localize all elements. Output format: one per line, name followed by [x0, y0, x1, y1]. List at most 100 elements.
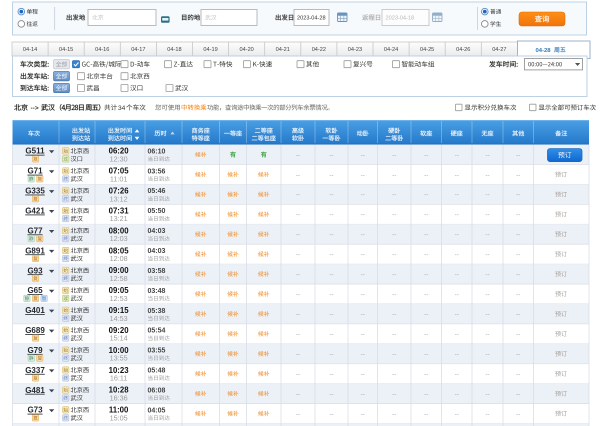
- svg-text:--: --: [424, 152, 428, 159]
- svg-text:03:58: 03:58: [148, 268, 166, 275]
- svg-text:--: --: [329, 291, 333, 298]
- svg-text:--: --: [516, 172, 520, 179]
- svg-text:G79: G79: [27, 346, 43, 355]
- svg-text:--: --: [329, 251, 333, 258]
- svg-text:--: --: [485, 232, 489, 239]
- svg-text:G689: G689: [25, 326, 45, 335]
- svg-text:--: --: [516, 411, 520, 418]
- svg-text:--: --: [361, 172, 365, 179]
- svg-text:--: --: [361, 152, 365, 159]
- svg-text:--: --: [329, 351, 333, 358]
- svg-text:05:48: 05:48: [148, 368, 166, 375]
- svg-text:--: --: [424, 291, 428, 298]
- svg-text:--: --: [392, 371, 396, 378]
- svg-text:12:53: 12:53: [110, 294, 128, 303]
- svg-text:-->: -->: [31, 105, 39, 112]
- svg-text:04-24: 04-24: [384, 47, 398, 53]
- svg-text:G421: G421: [25, 207, 45, 216]
- svg-text:14:53: 14:53: [110, 314, 128, 323]
- svg-text:--: --: [296, 331, 300, 338]
- svg-text:--: --: [296, 311, 300, 318]
- svg-text:13:12: 13:12: [110, 194, 128, 203]
- svg-text:03:56: 03:56: [148, 168, 166, 175]
- svg-text:--: --: [516, 212, 520, 219]
- svg-text:--: --: [296, 251, 300, 258]
- svg-text:--: --: [361, 232, 365, 239]
- svg-text:--: --: [392, 232, 396, 239]
- svg-text:12:30: 12:30: [110, 154, 128, 163]
- svg-text:06:08: 06:08: [148, 387, 166, 394]
- svg-text:--: --: [329, 371, 333, 378]
- svg-text:34: 34: [118, 105, 126, 112]
- svg-text:--: --: [455, 331, 459, 338]
- svg-text:2023-04-18: 2023-04-18: [386, 15, 415, 21]
- svg-text:12:58: 12:58: [110, 274, 128, 283]
- svg-text:--: --: [485, 311, 489, 318]
- svg-text:--: --: [485, 172, 489, 179]
- svg-text:--: --: [424, 371, 428, 378]
- svg-text:--: --: [485, 152, 489, 159]
- svg-text:04-19: 04-19: [203, 47, 217, 53]
- svg-text:--: --: [455, 311, 459, 318]
- svg-text:--: --: [424, 271, 428, 278]
- svg-text:16:36: 16:36: [110, 394, 128, 403]
- svg-text:15:05: 15:05: [110, 413, 128, 422]
- svg-text:--: --: [455, 192, 459, 199]
- svg-text:--: --: [455, 232, 459, 239]
- svg-text:--: --: [516, 271, 520, 278]
- svg-text:--: --: [361, 331, 365, 338]
- svg-text:--: --: [361, 251, 365, 258]
- svg-text:--: --: [516, 391, 520, 398]
- svg-text:--: --: [485, 251, 489, 258]
- svg-text:11:01: 11:01: [110, 174, 127, 183]
- svg-text:--: --: [485, 351, 489, 358]
- svg-text:--: --: [485, 331, 489, 338]
- svg-text:04-28: 04-28: [535, 48, 551, 54]
- svg-text:04-20: 04-20: [239, 47, 253, 53]
- svg-text:--: --: [392, 192, 396, 199]
- svg-text:04-23: 04-23: [348, 47, 362, 53]
- svg-text:04-14: 04-14: [23, 47, 37, 53]
- svg-text:G335: G335: [25, 187, 45, 196]
- svg-text:04-25: 04-25: [420, 47, 434, 53]
- svg-text:--: --: [361, 291, 365, 298]
- svg-text:--: --: [424, 311, 428, 318]
- svg-text:--: --: [516, 192, 520, 199]
- svg-text:05:54: 05:54: [148, 328, 166, 335]
- svg-text:03:55: 03:55: [148, 348, 166, 355]
- svg-text:--: --: [361, 371, 365, 378]
- svg-text:--: --: [455, 152, 459, 159]
- svg-text:04:05: 04:05: [148, 407, 166, 414]
- svg-text:--: --: [296, 212, 300, 219]
- svg-text:--: --: [392, 212, 396, 219]
- svg-text:--: --: [516, 232, 520, 239]
- svg-text:G891: G891: [25, 246, 45, 255]
- svg-text:G93: G93: [27, 266, 43, 275]
- svg-text:04:03: 04:03: [148, 228, 166, 235]
- svg-text:--: --: [424, 351, 428, 358]
- svg-text:--: --: [485, 291, 489, 298]
- svg-text:--: --: [516, 251, 520, 258]
- svg-text:--: --: [361, 212, 365, 219]
- svg-text:04-17: 04-17: [131, 47, 145, 53]
- svg-text:G511: G511: [25, 147, 45, 156]
- svg-text:--: --: [424, 192, 428, 199]
- svg-text:--: --: [516, 152, 520, 159]
- svg-text:04-22: 04-22: [312, 47, 326, 53]
- svg-text:12:08: 12:08: [110, 254, 128, 263]
- svg-text:--: --: [296, 411, 300, 418]
- svg-text:--: --: [296, 172, 300, 179]
- svg-text:--: --: [455, 351, 459, 358]
- svg-text:16:11: 16:11: [110, 374, 127, 383]
- svg-text:--: --: [296, 232, 300, 239]
- svg-text:--: --: [329, 391, 333, 398]
- svg-text:--: --: [329, 271, 333, 278]
- svg-text:--: --: [485, 192, 489, 199]
- svg-text:--: --: [424, 212, 428, 219]
- svg-text:--: --: [361, 351, 365, 358]
- svg-text:--: --: [329, 311, 333, 318]
- svg-text:--: --: [392, 172, 396, 179]
- svg-text:--: --: [329, 212, 333, 219]
- svg-text:--: --: [361, 411, 365, 418]
- svg-text:--: --: [392, 311, 396, 318]
